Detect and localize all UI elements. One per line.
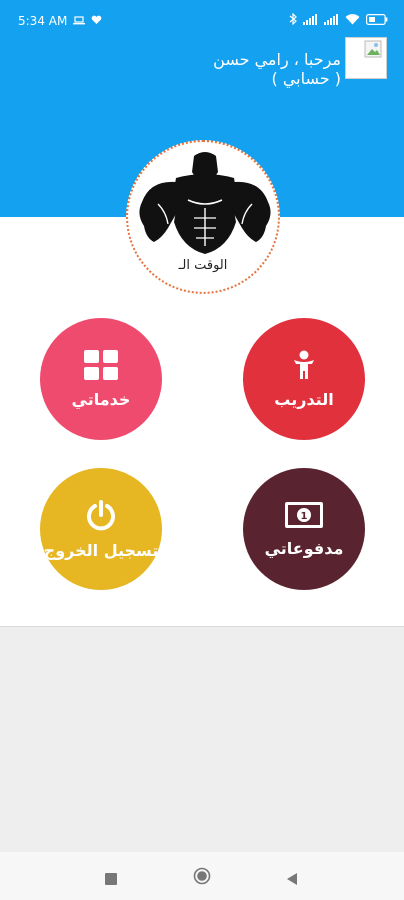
content-empty-area	[0, 626, 404, 853]
signal-icon-2	[324, 13, 339, 28]
training-label: التدريب	[274, 389, 334, 409]
grid-icon	[84, 349, 118, 380]
signal-icon	[303, 13, 318, 28]
greeting-line2: ( حسابي )	[271, 69, 341, 88]
laptop-icon	[73, 14, 86, 28]
logout-label: تسجيل الخروج	[43, 540, 159, 560]
power-icon	[87, 499, 115, 530]
training-button[interactable]: التدريب	[243, 318, 365, 440]
wifi-icon	[345, 13, 360, 28]
heart-icon	[91, 14, 102, 28]
person-icon	[294, 350, 314, 379]
back-button[interactable]	[286, 870, 298, 889]
recents-button[interactable]	[105, 870, 117, 889]
avatar[interactable]	[345, 37, 387, 79]
money-icon: 1	[285, 501, 323, 528]
payments-button[interactable]: 1 مدفوعاتي	[243, 468, 365, 590]
svg-text:1: 1	[301, 511, 308, 522]
status-time: 5:34 AM	[18, 14, 68, 28]
payments-label: مدفوعاتي	[264, 538, 344, 558]
logout-button[interactable]: تسجيل الخروج	[40, 468, 162, 590]
broken-image-icon	[364, 40, 382, 58]
greeting[interactable]: مرحبا ، رامي حسن ( حسابي )	[121, 50, 341, 88]
status-bar: 5:34 AM	[0, 0, 404, 44]
battery-icon	[366, 13, 388, 28]
gym-logo: الوقت الـ	[126, 140, 280, 294]
home-button[interactable]	[193, 867, 211, 889]
services-button[interactable]: خدماتي	[40, 318, 162, 440]
logo-text: الوقت الـ	[178, 258, 228, 273]
system-nav-bar	[0, 852, 404, 900]
greeting-line1: مرحبا ، رامي حسن	[213, 50, 341, 69]
services-label: خدماتي	[71, 389, 131, 409]
bluetooth-icon	[289, 12, 297, 28]
